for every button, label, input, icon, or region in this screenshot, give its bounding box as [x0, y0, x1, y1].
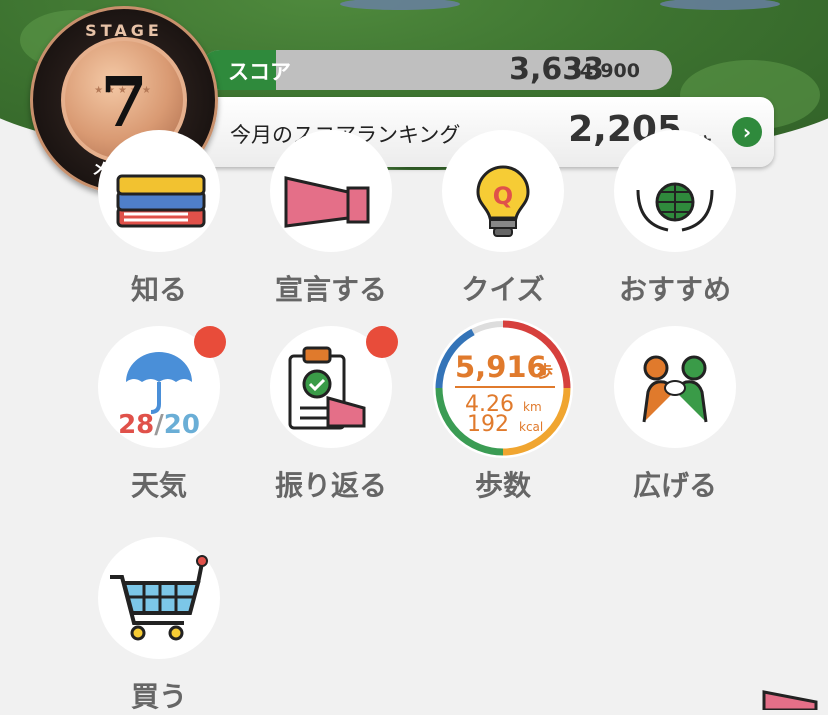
- lightbulb-quiz-icon: Q: [476, 165, 530, 237]
- menu-item-weather[interactable]: 28/20 天気: [98, 326, 226, 504]
- temp-separator: /: [154, 410, 164, 440]
- steps-divider: [455, 386, 555, 388]
- menu-label: おすすめ: [618, 273, 731, 306]
- menu-label: 買う: [130, 680, 187, 713]
- menu-label: 歩数: [474, 469, 531, 502]
- menu-label: 宣言する: [274, 273, 387, 306]
- weather-temperatures: 28/20: [98, 410, 220, 440]
- steps-distance-unit: km: [523, 400, 542, 414]
- megaphone-fab-icon[interactable]: [756, 690, 828, 710]
- megaphone-icon: [284, 176, 370, 228]
- menu-item-steps[interactable]: 5,916 歩 4.26 km 192 kcal 歩数: [433, 318, 573, 504]
- chevron-right-icon[interactable]: ›: [732, 117, 762, 147]
- menu-label: 知る: [130, 273, 187, 306]
- books-icon: [116, 174, 206, 228]
- menu-icon-circle: [270, 130, 392, 252]
- menu-item-learn[interactable]: 知る: [98, 130, 220, 308]
- steps-unit: 歩: [537, 362, 554, 381]
- menu-icon-circle: Q: [442, 130, 564, 252]
- svg-text:Q: Q: [493, 182, 513, 210]
- menu-item-spread[interactable]: 広げる: [614, 326, 736, 504]
- menu-item-recommend[interactable]: おすすめ: [614, 130, 736, 308]
- score-max: /4,900: [572, 60, 640, 82]
- menu-icon-circle: [614, 326, 736, 448]
- menu-icon-circle: [98, 130, 220, 252]
- notification-dot: [194, 326, 226, 358]
- steps-count: 5,916: [455, 350, 547, 384]
- menu-item-buy[interactable]: 買う: [98, 537, 220, 715]
- menu-icon-circle: 5,916 歩 4.26 km 192 kcal: [433, 318, 573, 458]
- temp-high: 28: [118, 410, 155, 440]
- people-pushing-icon: [642, 355, 708, 423]
- notification-dot: [366, 326, 398, 358]
- menu-icon-circle: [98, 537, 220, 659]
- menu-item-quiz[interactable]: Q クイズ: [442, 130, 564, 308]
- globe-hands-icon: [636, 182, 714, 232]
- menu-label: 天気: [130, 469, 187, 502]
- menu-label: クイズ: [461, 273, 545, 306]
- menu-item-review[interactable]: 振り返る: [270, 326, 398, 504]
- score-label: スコア: [228, 60, 291, 84]
- score-bar: スコア 3,633 /4,900: [200, 50, 672, 90]
- menu-icon-circle: [614, 130, 736, 252]
- menu-label: 振り返る: [274, 469, 387, 502]
- menu-item-declare[interactable]: 宣言する: [270, 130, 392, 308]
- menu-label: 広げる: [632, 469, 717, 502]
- steps-ring-icon: [435, 320, 571, 456]
- shopping-cart-icon: [110, 555, 208, 641]
- temp-low: 20: [163, 410, 200, 440]
- steps-calories: 192: [467, 412, 509, 437]
- steps-calories-unit: kcal: [519, 420, 544, 434]
